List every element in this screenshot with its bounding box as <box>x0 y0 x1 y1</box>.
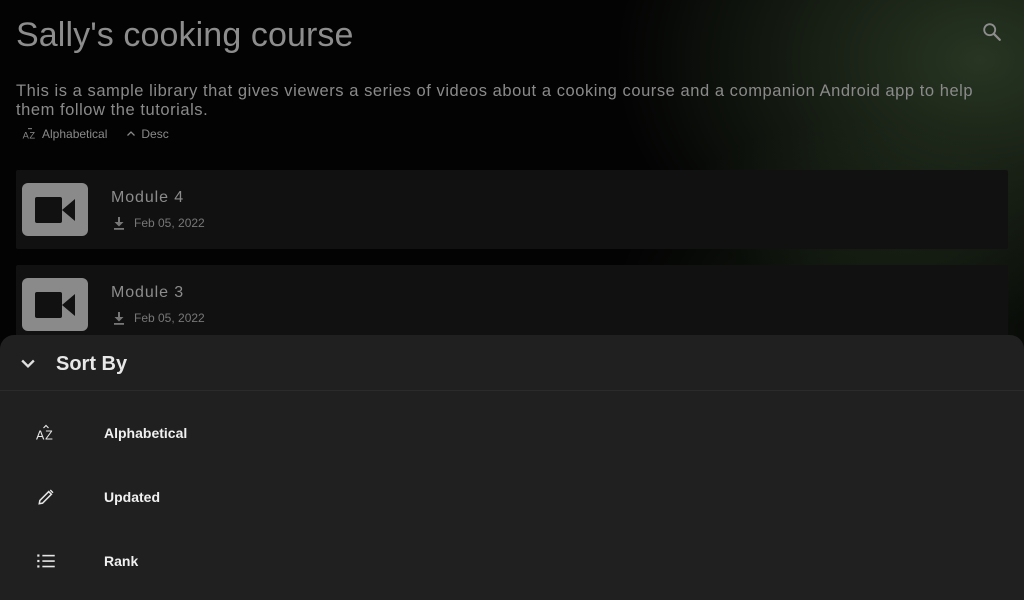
module-thumbnail <box>22 278 88 331</box>
chevron-up-icon <box>127 131 136 136</box>
module-date: Feb 05, 2022 <box>134 216 205 230</box>
sort-order-chip[interactable]: Desc <box>125 127 169 141</box>
module-title: Module 4 <box>111 189 185 206</box>
module-title: Module 3 <box>111 284 185 301</box>
sort-field-chip[interactable]: A Z Alphabetical <box>22 127 108 141</box>
svg-text:A: A <box>23 131 30 141</box>
sort-option-updated[interactable]: Updated <box>0 465 1024 529</box>
download-icon <box>114 217 124 230</box>
sort-chips: A Z Alphabetical Desc <box>22 125 169 143</box>
module-card[interactable]: Module 4 Feb 05, 2022 <box>16 170 1008 249</box>
sort-sheet-header: Sort By <box>0 335 1024 391</box>
svg-text:A: A <box>36 429 45 442</box>
alphabetical-sort-icon: A Z <box>34 421 58 445</box>
sort-option-label: Alphabetical <box>104 425 188 441</box>
sort-option-rank[interactable]: Rank <box>0 529 1024 593</box>
alphabetical-sort-icon: A Z <box>23 128 35 141</box>
video-camera-icon <box>35 196 75 223</box>
module-meta: Feb 05, 2022 <box>113 311 205 325</box>
module-meta: Feb 05, 2022 <box>113 216 205 230</box>
sort-field-label: Alphabetical <box>42 127 108 141</box>
module-date: Feb 05, 2022 <box>134 311 205 325</box>
sort-option-alphabetical[interactable]: A Z Alphabetical <box>0 401 1024 465</box>
search-icon <box>983 23 1001 41</box>
svg-text:Z: Z <box>45 429 53 442</box>
sort-option-label: Updated <box>104 489 160 505</box>
collapse-sheet-button[interactable] <box>16 351 40 375</box>
library-description: This is a sample library that gives view… <box>16 82 974 119</box>
download-icon <box>114 312 124 325</box>
sort-bottom-sheet: Sort By A Z Alphabetical Updated Rank <box>0 335 1024 600</box>
numbered-list-icon <box>34 549 58 573</box>
module-card[interactable]: Module 3 Feb 05, 2022 <box>16 265 1008 344</box>
sort-order-label: Desc <box>141 127 169 141</box>
video-camera-icon <box>35 291 75 318</box>
svg-text:Z: Z <box>29 131 35 141</box>
pencil-icon <box>34 485 58 509</box>
module-thumbnail <box>22 183 88 236</box>
sort-sheet-title: Sort By <box>56 353 128 375</box>
page-title: Sally's cooking course <box>16 16 354 54</box>
chevron-down-icon <box>21 359 35 368</box>
search-button[interactable] <box>976 16 1008 48</box>
sort-option-label: Rank <box>104 553 139 569</box>
